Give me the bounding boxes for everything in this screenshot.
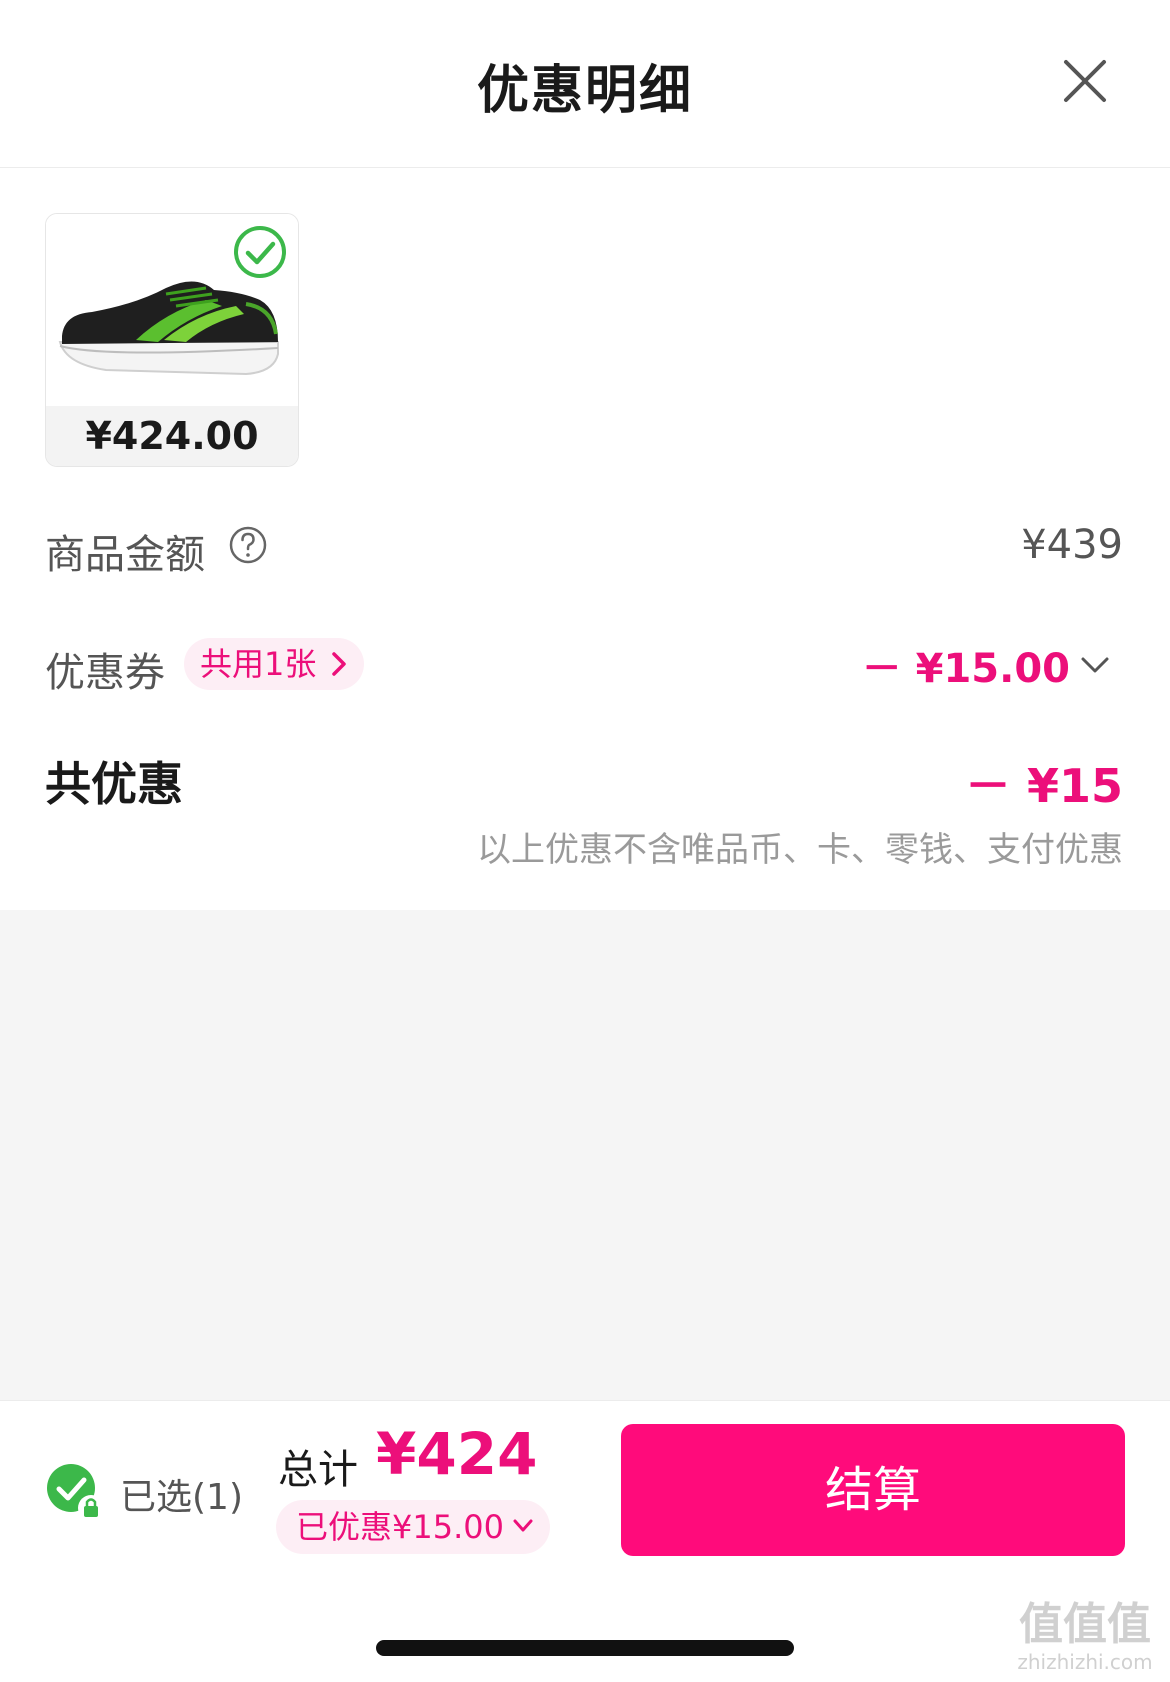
close-icon [1064, 60, 1106, 102]
coupon-label: 优惠券 [45, 650, 165, 696]
coupon-count-text: 共用1张 [200, 645, 317, 683]
discount-note: 以上优惠不含唯品币、卡、零钱、支付优惠 [477, 830, 1123, 870]
sheet-title: 优惠明细 [476, 61, 693, 121]
sheet-header: 优惠明细 [0, 0, 1170, 168]
checkout-button[interactable]: 结算 [621, 1424, 1125, 1556]
coupon-detail-sheet: 优惠明细 ¥424.00 商品金额 ¥439 优惠券 共用1张 － ¥15.00… [0, 0, 1170, 1682]
product-price: ¥424.00 [46, 406, 298, 466]
chevron-down-icon [513, 1519, 533, 1532]
total-discount-label: 共优惠 [45, 757, 183, 811]
close-button[interactable] [1060, 56, 1110, 106]
check-circle-icon[interactable] [232, 224, 288, 280]
saved-amount-pill[interactable]: 已优惠¥15.00 [276, 1500, 550, 1554]
product-image [46, 214, 298, 406]
total-amount: ¥424 [376, 1420, 538, 1488]
home-indicator[interactable] [376, 1640, 794, 1656]
watermark-url: zhizhizhi.com [1017, 1650, 1153, 1674]
chevron-down-icon [1081, 657, 1109, 673]
goods-amount-value: ¥439 [1021, 522, 1123, 568]
select-all-check-icon[interactable] [45, 1462, 105, 1522]
product-card[interactable]: ¥424.00 [45, 213, 299, 467]
watermark: 值值值 zhizhizhi.com [1010, 1600, 1160, 1680]
total-label: 总计 [278, 1447, 358, 1493]
chevron-right-icon [332, 652, 347, 676]
help-circle-icon[interactable] [228, 525, 268, 565]
coupon-count-tag[interactable]: 共用1张 [184, 638, 365, 690]
total-discount-value: － ¥15 [964, 759, 1123, 813]
empty-area [0, 910, 1170, 1400]
watermark-logo: 值值值 [1019, 1599, 1151, 1650]
saved-amount-text: 已优惠¥15.00 [296, 1508, 504, 1546]
coupon-discount-value[interactable]: － ¥15.00 [862, 640, 1110, 692]
goods-amount-label: 商品金额 [45, 532, 205, 578]
selected-count: 已选(1) [120, 1477, 243, 1518]
coupon-amount: － ¥15.00 [861, 646, 1070, 692]
